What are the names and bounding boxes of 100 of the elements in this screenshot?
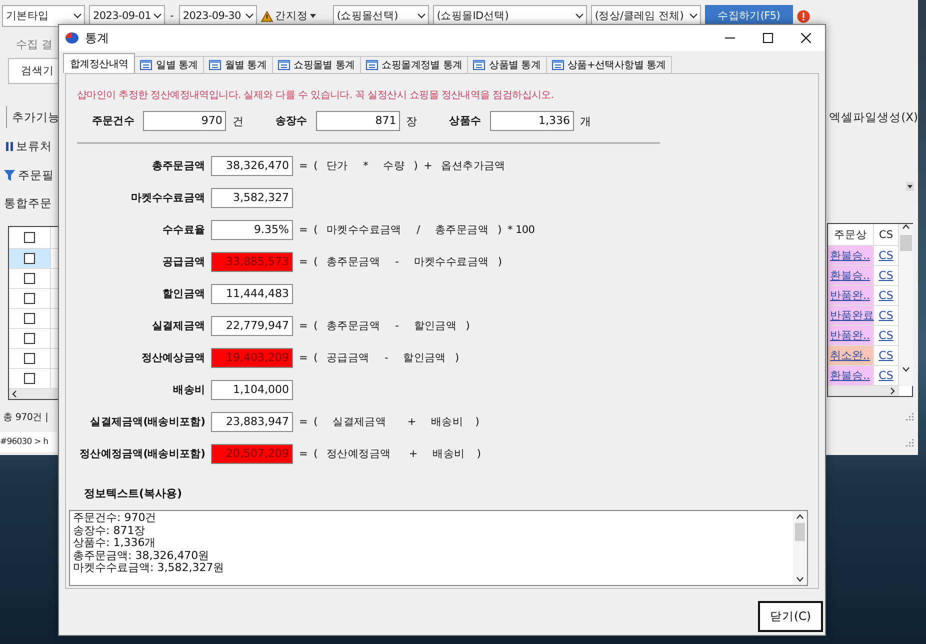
cs-link[interactable]: CS: [878, 289, 894, 302]
amount-field[interactable]: 22,779,947: [211, 316, 293, 336]
field-label: 마켓수수료금액: [130, 191, 205, 206]
field-label: 총주문금액: [150, 159, 205, 174]
chevron-down-icon: [153, 13, 162, 19]
formula-text: = ( 실결제금액 + 배송비 ): [299, 415, 480, 429]
formula-text: = ( 마켓수수료금액 / 총주문금액 ) * 100: [299, 223, 536, 237]
row-cell[interactable]: [9, 269, 51, 289]
field-label: 수수료율: [162, 223, 205, 238]
amount-field[interactable]: 9.35%: [211, 220, 293, 240]
order-management-label: 통합주문: [3, 195, 53, 212]
chevron-down-icon: [574, 13, 584, 19]
checkbox[interactable]: [24, 293, 35, 304]
chevron-down-icon: [688, 13, 698, 19]
row-cell[interactable]: [9, 309, 51, 329]
tab[interactable]: 쇼핑몰계정별 통계: [360, 56, 468, 73]
order-status-link[interactable]: 취소완..: [828, 346, 874, 366]
scroll-down-icon: [796, 577, 804, 582]
checkbox[interactable]: [24, 373, 35, 384]
checkbox[interactable]: [24, 313, 35, 324]
order-status-link[interactable]: 환불승..: [828, 266, 874, 286]
pause-icon: [6, 142, 13, 150]
cs-link[interactable]: CS: [878, 269, 894, 282]
checkbox[interactable]: [24, 253, 35, 264]
amount-field[interactable]: 38,326,470: [211, 156, 293, 176]
alert-icon: [796, 10, 810, 22]
amount-field[interactable]: 11,444,483: [211, 284, 293, 304]
tab[interactable]: 합계정산내역: [63, 53, 136, 73]
checkbox[interactable]: [24, 353, 35, 364]
date-separator: -: [169, 10, 175, 22]
field-label: 실결제금액(배송비포함): [89, 415, 205, 430]
chevron-right-icon: [890, 387, 895, 395]
chevron-down-icon: [416, 13, 426, 19]
checkbox[interactable]: [24, 232, 35, 243]
table-icon: [208, 60, 221, 70]
maximize-icon: [763, 33, 773, 43]
order-status-link[interactable]: 반품완..: [828, 286, 874, 306]
unit-label: 건: [232, 114, 244, 128]
cs-link[interactable]: CS: [878, 329, 894, 342]
chevron-down-icon: [73, 13, 82, 19]
unit-label: 장: [406, 114, 418, 128]
scrollbar-thumb[interactable]: [900, 235, 912, 251]
info-text-label: 정보텍스트(복사용): [84, 486, 184, 502]
close-dialog-button[interactable]: 닫기(C): [758, 601, 823, 632]
amount-field[interactable]: 23,883,947: [211, 412, 293, 432]
tab[interactable]: 상품별 통계: [467, 56, 547, 73]
resize-grip-icon: [906, 413, 914, 421]
formula-text: = ( 정산예정금액 + 배송비 ): [299, 447, 482, 461]
table-icon: [140, 60, 152, 70]
search-history-tab[interactable]: 검색기: [8, 58, 58, 84]
formula-text: = ( 총주문금액 - 할인금액 ): [299, 319, 471, 333]
type-dropdown[interactable]: 기본타입: [2, 5, 85, 27]
cs-link[interactable]: CS: [878, 349, 894, 362]
close-icon: [801, 33, 811, 43]
checkbox[interactable]: [24, 333, 35, 344]
field-label: 정산예정금액(배송비포함): [78, 447, 205, 462]
order-status-link[interactable]: 환불승..: [828, 246, 874, 266]
chevron-left-icon: [12, 390, 17, 398]
tab[interactable]: 월별 통계: [202, 56, 273, 73]
order-status-link[interactable]: 반품완..: [828, 326, 874, 346]
field-label: 배송비: [172, 383, 205, 398]
tab[interactable]: 상품+선택사항별 통계: [546, 56, 672, 73]
table-icon: [552, 60, 564, 70]
row-cell[interactable]: [9, 349, 51, 369]
tab[interactable]: 쇼핑몰별 통계: [272, 56, 361, 73]
field-label: 상품수: [449, 114, 482, 129]
unit-label: 개: [580, 114, 592, 128]
cs-link[interactable]: CS: [878, 309, 894, 322]
row-cell[interactable]: [9, 329, 51, 349]
field-label: 실결제금액: [150, 319, 205, 334]
field-label: 정산예상금액: [140, 351, 205, 366]
row-cell[interactable]: [9, 289, 51, 309]
scroll-up-icon: [796, 514, 804, 519]
tab[interactable]: 일별 통계: [134, 56, 204, 73]
time-setting-dropdown[interactable]: 간지정: [260, 9, 323, 23]
cs-link[interactable]: CS: [878, 249, 894, 262]
checkbox[interactable]: [24, 273, 35, 284]
order-status-link[interactable]: 반품완료: [828, 306, 874, 326]
formula-text: = ( 공급금액 - 할인금액 ): [299, 351, 460, 365]
scrollbar-thumb[interactable]: [795, 523, 805, 541]
warning-icon: [260, 10, 273, 22]
count-field[interactable]: 970: [143, 111, 226, 131]
amount-field[interactable]: 3,582,327: [211, 188, 293, 208]
order-status-link[interactable]: 환불승..: [828, 366, 874, 386]
field-label: 주문건수: [92, 114, 134, 129]
amount-field[interactable]: 1,104,000: [211, 380, 293, 400]
caret-down-icon: [310, 14, 316, 18]
row-cell[interactable]: [9, 249, 51, 269]
hold-button[interactable]: 보류처: [0, 135, 58, 157]
field-label: 공급금액: [162, 255, 205, 270]
formula-text: = ( 총주문금액 - 마켓수수료금액 ): [299, 255, 503, 269]
count-field[interactable]: 1,336: [490, 111, 574, 131]
table-icon: [473, 60, 486, 70]
breadcrumb-path: #96030 > h: [0, 432, 57, 452]
field-label: 송장수: [275, 114, 308, 129]
count-field[interactable]: 871: [316, 111, 400, 131]
cs-link[interactable]: CS: [878, 369, 894, 382]
order-filter-button[interactable]: 주문필: [0, 164, 58, 186]
info-text-area[interactable]: 주문건수: 970건 송장수: 871장 상품수: 1,336개 총주문금액: 38,326,470원 마켓수수료금액: 3,582,327원: [69, 510, 808, 586]
order-total: 총 970건 |: [2, 411, 49, 425]
